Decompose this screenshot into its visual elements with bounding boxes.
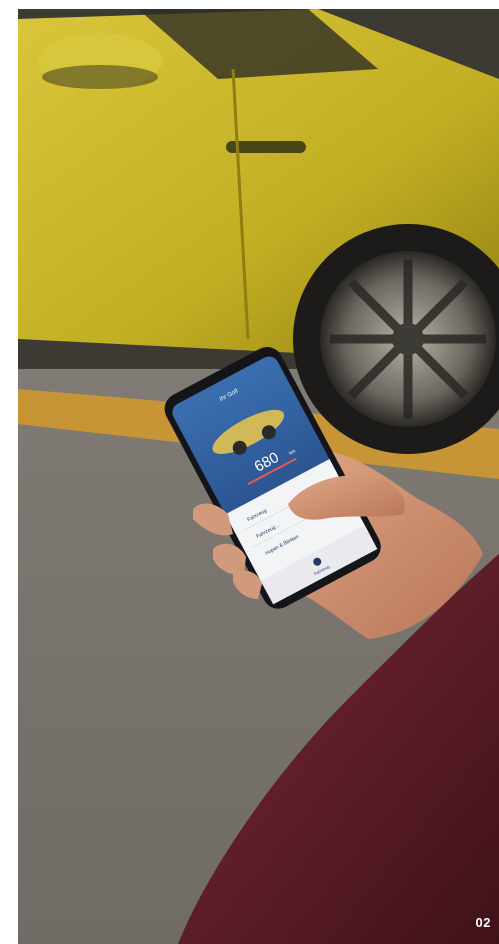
hero-photo: Ihr Golf 680 km Fahrzeug Fahrzeug ... Hu… <box>18 9 499 944</box>
page-number: 02 <box>475 915 491 930</box>
